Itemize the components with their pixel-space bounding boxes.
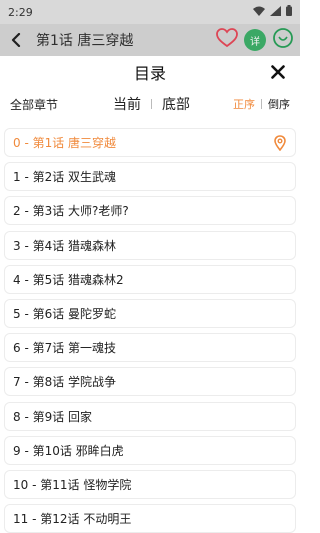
location-pin-icon bbox=[273, 134, 287, 151]
status-bar: 2:29 bbox=[0, 0, 300, 24]
chapter-label: 10 - 第11话 怪物学院 bbox=[13, 478, 132, 492]
battery-icon bbox=[286, 5, 292, 19]
chapter-label: 8 - 第9话 回家 bbox=[13, 409, 93, 424]
all-chapters-label: 全部章节 bbox=[10, 97, 59, 112]
chapter-row[interactable]: 6 - 第7话 第一魂技 bbox=[4, 333, 296, 363]
catalog-controls: 全部章节 当前 底部 正序 倒序 bbox=[0, 88, 300, 120]
chapter-row[interactable]: 5 - 第6话 曼陀罗蛇 bbox=[4, 299, 296, 328]
status-time: 2:29 bbox=[8, 5, 33, 19]
chapter-label: 7 - 第8话 学院战争 bbox=[13, 375, 117, 390]
app-bar: 第1话 唐三穿越 详 bbox=[0, 24, 300, 56]
divider bbox=[261, 99, 262, 109]
chapter-row[interactable]: 4 - 第5话 猎魂森林2 bbox=[4, 264, 296, 294]
favorite-heart-icon[interactable] bbox=[216, 28, 238, 52]
chapter-title: 第1话 唐三穿越 bbox=[36, 33, 134, 49]
chapter-label: 6 - 第7话 第一魂技 bbox=[13, 341, 117, 356]
chat-icon[interactable] bbox=[272, 27, 294, 53]
jump-current-button[interactable]: 当前 bbox=[113, 94, 141, 114]
sort-descending-button[interactable]: 倒序 bbox=[268, 96, 290, 112]
app-actions: 详 bbox=[216, 27, 294, 53]
jump-bottom-button[interactable]: 底部 bbox=[162, 94, 190, 114]
chapter-row[interactable]: 0 - 第1话 唐三穿越 bbox=[4, 128, 296, 157]
sort-ascending-button[interactable]: 正序 bbox=[233, 96, 255, 112]
detail-badge[interactable]: 详 bbox=[244, 29, 266, 51]
chapter-row[interactable]: 9 - 第10话 邪眸白虎 bbox=[4, 435, 296, 465]
jump-group: 当前 底部 bbox=[113, 94, 190, 114]
chapter-row[interactable]: 3 - 第4话 猎魂森林 bbox=[4, 230, 296, 260]
chapter-row[interactable]: 10 - 第11话 怪物学院 bbox=[4, 470, 296, 499]
chapter-row[interactable]: 7 - 第8话 学院战争 bbox=[4, 367, 296, 397]
catalog-sheet: 目录 全部章节 当前 底部 正序 倒序 0 - 第1话 唐三穿越 1 - 第2话 … bbox=[0, 56, 300, 533]
chapter-label: 5 - 第6话 曼陀罗蛇 bbox=[13, 307, 117, 321]
chapter-label: 0 - 第1话 唐三穿越 bbox=[13, 136, 117, 150]
chapter-label: 9 - 第10话 邪眸白虎 bbox=[13, 443, 124, 458]
back-button[interactable] bbox=[6, 30, 26, 50]
close-button[interactable] bbox=[268, 62, 288, 82]
wifi-icon bbox=[253, 6, 265, 19]
chapter-row[interactable]: 1 - 第2话 双生武魂 bbox=[4, 162, 296, 192]
chapter-label: 1 - 第2话 双生武魂 bbox=[13, 170, 117, 185]
detail-badge-label: 详 bbox=[250, 36, 260, 48]
chapter-row[interactable]: 2 - 第3话 大师?老师? bbox=[4, 196, 296, 226]
sheet-header: 目录 bbox=[0, 56, 300, 88]
chapter-list[interactable]: 0 - 第1话 唐三穿越 1 - 第2话 双生武魂 2 - 第3话 大师?老师? 3 … bbox=[0, 128, 300, 533]
chapter-label: 2 - 第3话 大师?老师? bbox=[13, 204, 129, 219]
chapter-row[interactable]: 11 - 第12话 不动明王 bbox=[4, 504, 296, 533]
sheet-title: 目录 bbox=[133, 64, 166, 83]
signal-icon bbox=[270, 5, 281, 19]
chapter-label: 4 - 第5话 猎魂森林2 bbox=[13, 272, 124, 287]
chapter-label: 3 - 第4话 猎魂森林 bbox=[13, 238, 117, 253]
close-icon bbox=[271, 65, 285, 79]
order-group: 正序 倒序 bbox=[233, 96, 290, 112]
chapter-label: 11 - 第12话 不动明王 bbox=[13, 512, 132, 527]
divider bbox=[151, 99, 153, 109]
status-icons bbox=[253, 5, 292, 19]
chapter-row[interactable]: 8 - 第9话 回家 bbox=[4, 401, 296, 431]
